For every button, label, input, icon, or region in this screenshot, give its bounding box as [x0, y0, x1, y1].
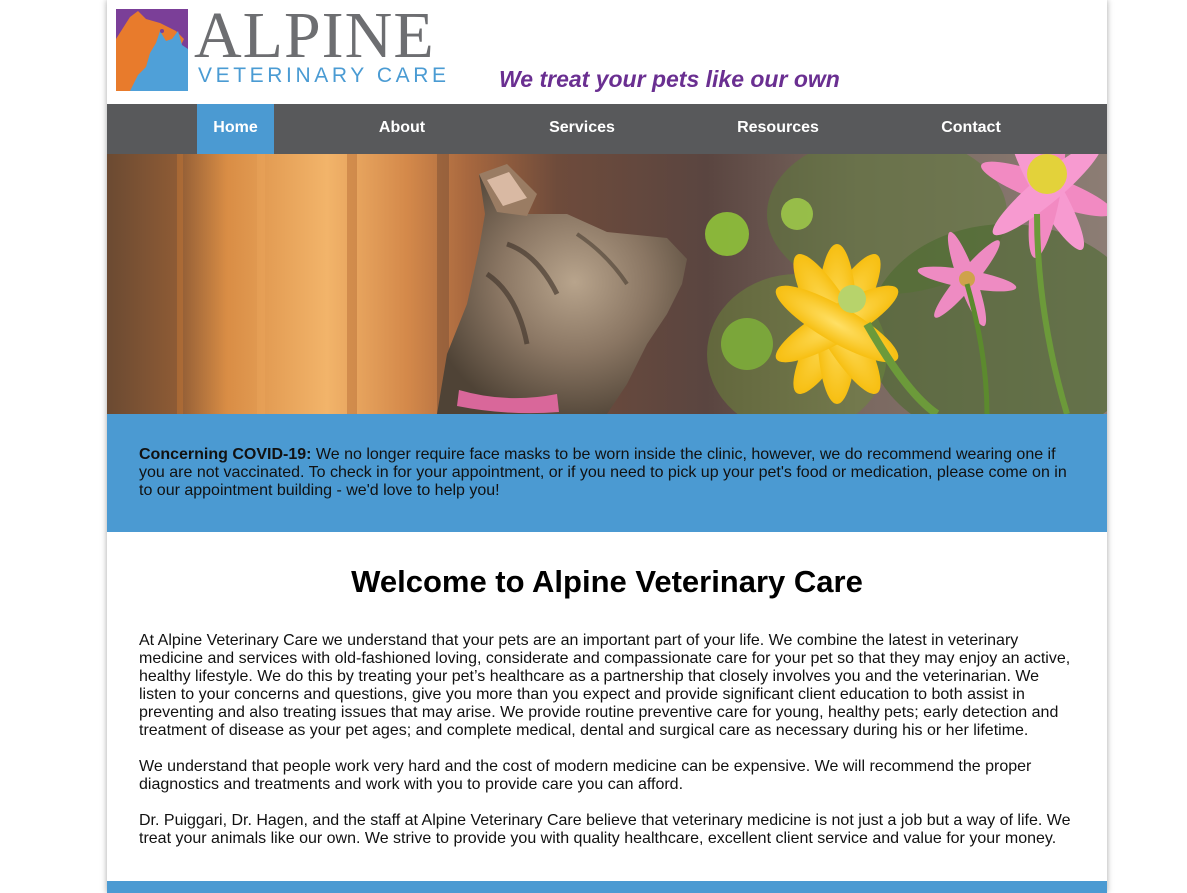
- page: ALPINE VETERINARY CARE We treat your pet…: [107, 0, 1107, 893]
- nav-services[interactable]: Services: [532, 104, 632, 154]
- footer-bar: [107, 881, 1107, 893]
- dog-and-cat-silhouette-icon: [116, 9, 188, 91]
- nav-home[interactable]: Home: [197, 104, 274, 154]
- logo-subtitle: VETERINARY CARE: [198, 64, 450, 87]
- page-title: Welcome to Alpine Veterinary Care: [351, 564, 863, 599]
- intro-paragraph: At Alpine Veterinary Care we understand …: [139, 632, 1071, 739]
- cat-and-flowers-photo: [107, 154, 1107, 414]
- nav-contact[interactable]: Contact: [925, 104, 1017, 154]
- site-header: ALPINE VETERINARY CARE We treat your pet…: [107, 0, 1107, 104]
- logo-wordmark: ALPINE: [194, 0, 435, 72]
- main-content: Welcome to Alpine Veterinary Care At Alp…: [107, 562, 1107, 848]
- covid-notice-heading: Concerning COVID-19:: [139, 446, 312, 463]
- covid-notice: Concerning COVID-19: We no longer requir…: [107, 414, 1107, 532]
- nav-about[interactable]: About: [363, 104, 441, 154]
- staff-paragraph: Dr. Puiggari, Dr. Hagen, and the staff a…: [139, 812, 1071, 847]
- site-logo[interactable]: ALPINE VETERINARY CARE: [116, 3, 461, 93]
- main-nav: Home About Services Resources Contact: [107, 104, 1107, 154]
- cost-paragraph: We understand that people work very hard…: [139, 758, 1032, 793]
- tagline: We treat your pets like our own: [499, 66, 840, 92]
- hero-banner: [107, 154, 1107, 414]
- nav-resources[interactable]: Resources: [717, 104, 839, 154]
